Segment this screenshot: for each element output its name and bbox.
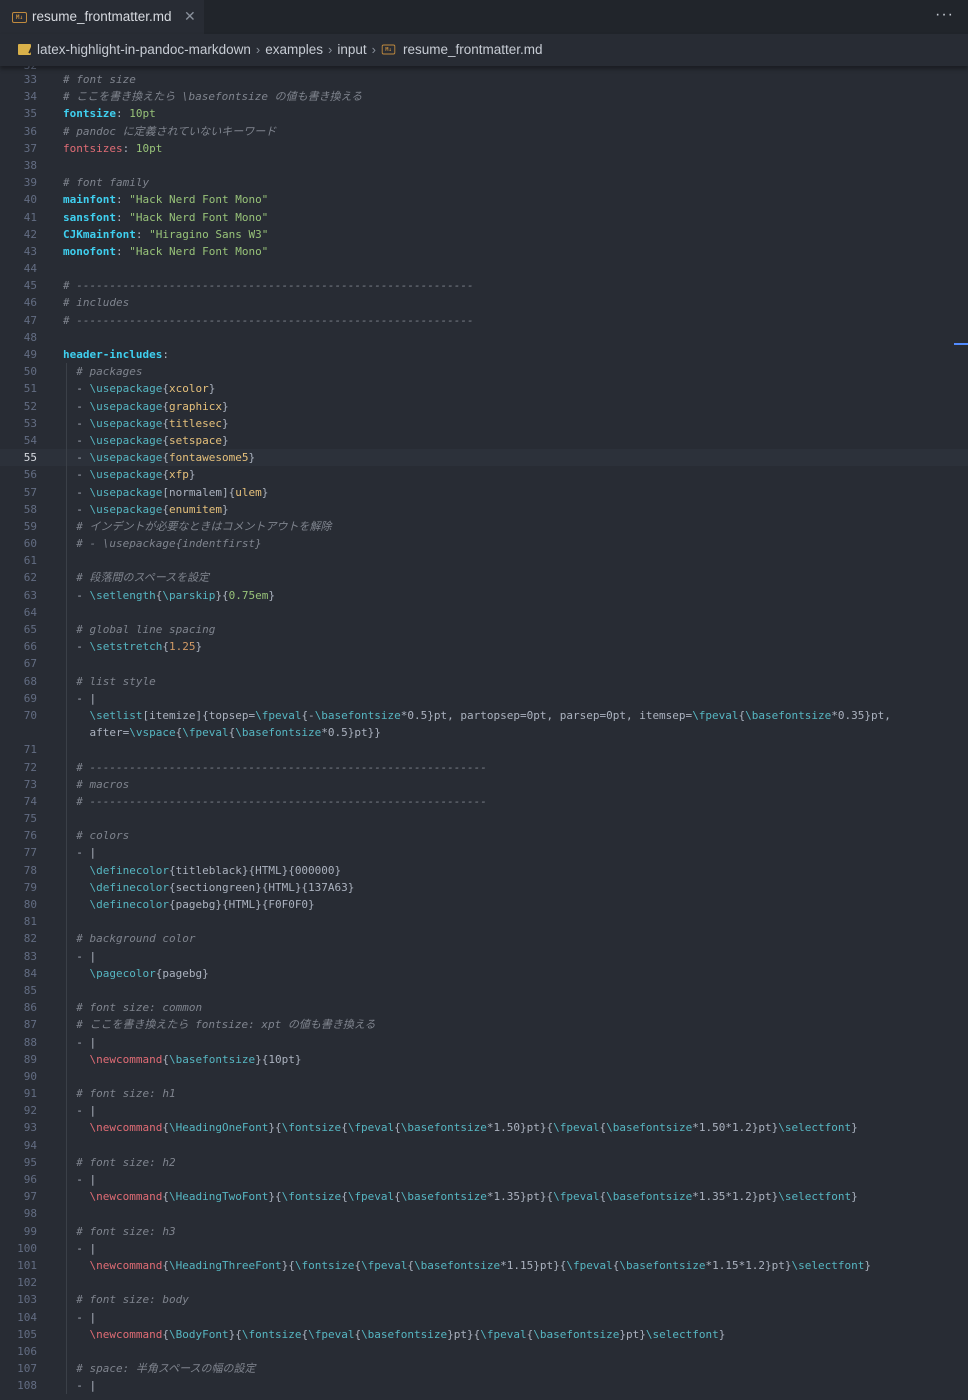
folder-icon bbox=[18, 44, 31, 55]
more-actions-icon[interactable]: ··· bbox=[935, 6, 954, 24]
markdown-icon: M↓ bbox=[12, 12, 27, 23]
close-icon[interactable]: ✕ bbox=[184, 8, 196, 25]
markdown-icon: M↓ bbox=[381, 44, 396, 55]
breadcrumb-item-file[interactable]: resume_frontmatter.md bbox=[403, 42, 543, 57]
tab-bar: M↓ resume_frontmatter.md ✕ ··· bbox=[0, 0, 968, 34]
chevron-right-icon: › bbox=[327, 42, 333, 57]
chevron-right-icon: › bbox=[255, 42, 261, 57]
chevron-right-icon: › bbox=[371, 42, 376, 57]
tab-label: resume_frontmatter.md bbox=[32, 9, 172, 24]
breadcrumb-item-examples[interactable]: examples bbox=[265, 42, 323, 57]
breadcrumb-item-input[interactable]: input bbox=[337, 42, 366, 57]
active-line: 55 - \usepackage{fontawesome5} bbox=[0, 449, 968, 467]
breadcrumb: latex-highlight-in-pandoc-markdown › exa… bbox=[0, 34, 968, 66]
tab-resume-frontmatter[interactable]: M↓ resume_frontmatter.md ✕ bbox=[0, 0, 204, 34]
breadcrumb-item-repo[interactable]: latex-highlight-in-pandoc-markdown bbox=[37, 42, 251, 57]
scrollbar-position-marker bbox=[954, 343, 968, 345]
code-editor[interactable]: 32 33# font size 34# ここを書き換えたら \basefont… bbox=[0, 66, 968, 1400]
